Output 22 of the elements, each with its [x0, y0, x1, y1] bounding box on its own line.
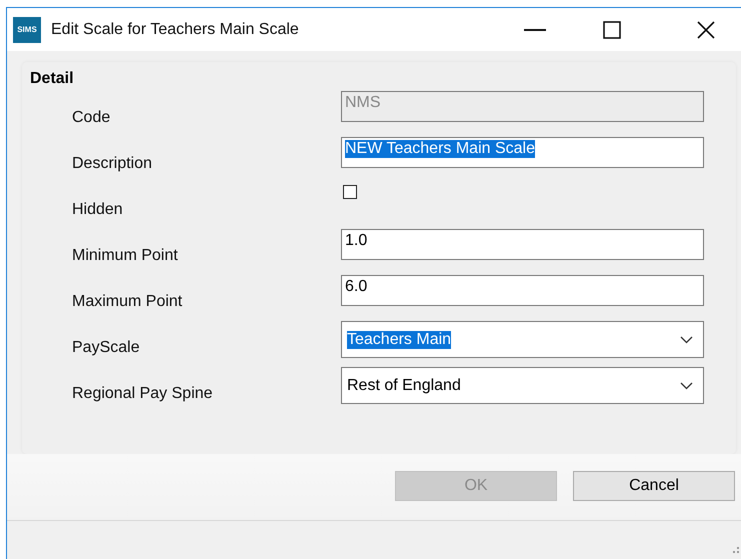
- dropdown[interactable]: Teachers Main: [341, 321, 704, 358]
- caret-icon: [680, 382, 693, 390]
- field-label: Hidden: [72, 201, 123, 219]
- caret-icon: [680, 336, 693, 344]
- text-field[interactable]: NEW Teachers Main Scale: [341, 137, 704, 168]
- field-label: Description: [72, 155, 152, 173]
- section-heading: Detail: [30, 70, 74, 88]
- cancel-button[interactable]: Cancel: [573, 471, 735, 501]
- maximize-icon[interactable]: [603, 21, 621, 39]
- dropdown[interactable]: Rest of England: [341, 367, 704, 404]
- field-label: Maximum Point: [72, 293, 182, 311]
- close-icon[interactable]: [697, 21, 715, 39]
- field-label: Regional Pay Spine: [72, 385, 213, 403]
- field-label: Minimum Point: [72, 247, 178, 265]
- text-field[interactable]: 6.0: [341, 275, 704, 306]
- field-label: PayScale: [72, 339, 140, 357]
- field-label: Code: [72, 109, 110, 127]
- resize-grip-icon[interactable]: [733, 547, 739, 553]
- checkbox[interactable]: [343, 185, 357, 199]
- window-title: Edit Scale for Teachers Main Scale: [51, 20, 299, 38]
- app-logo: SIMS: [13, 16, 41, 42]
- text-field[interactable]: 1.0: [341, 229, 704, 260]
